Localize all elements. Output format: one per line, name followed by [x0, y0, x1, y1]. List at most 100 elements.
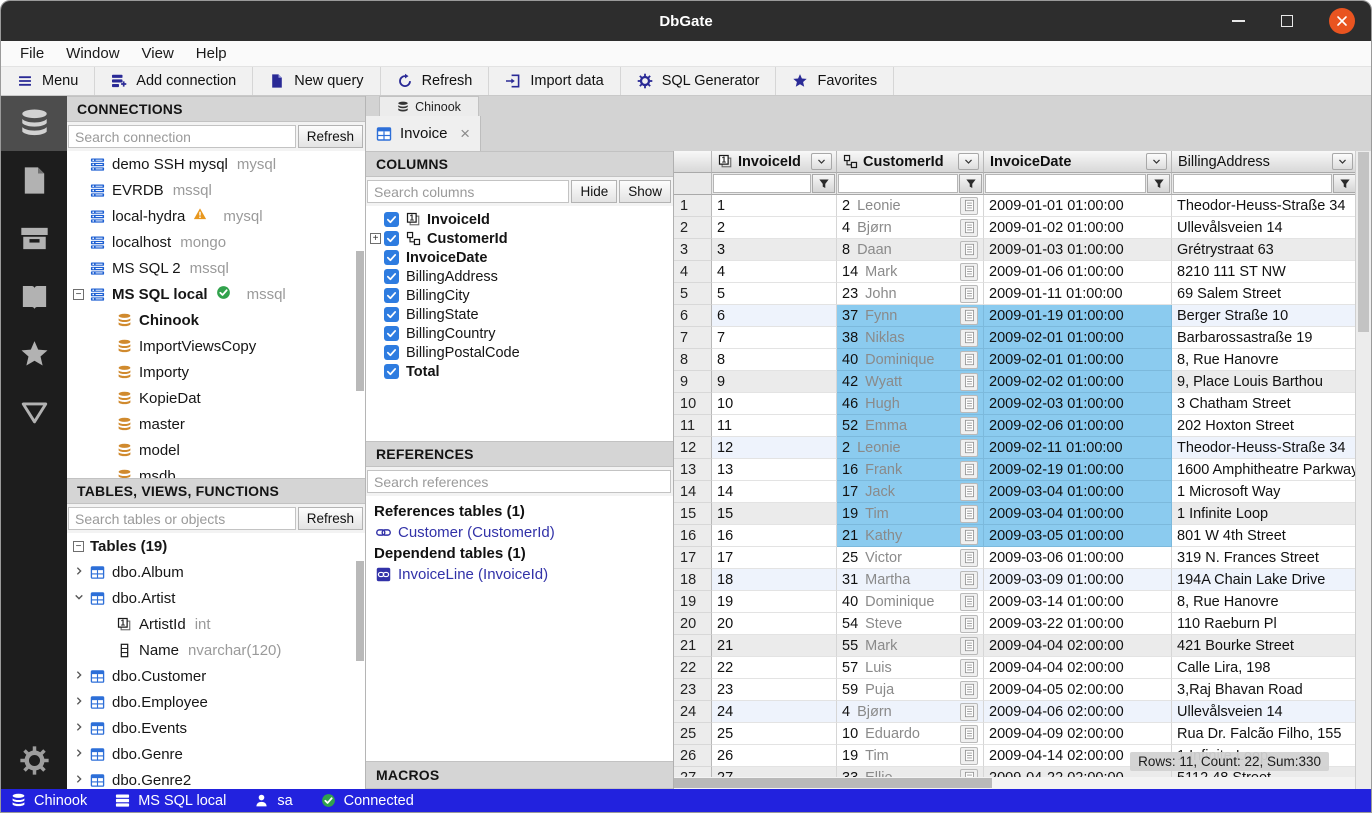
document-icon[interactable]: [960, 505, 978, 523]
cell-invoiceid[interactable]: 24: [712, 701, 837, 723]
cell-customerid[interactable]: 52Emma: [837, 415, 984, 437]
vertical-scrollbar-thumb[interactable]: [1358, 152, 1369, 332]
cell-customerid[interactable]: 19Tim: [837, 503, 984, 525]
cell-invoiceid[interactable]: 1: [712, 195, 837, 217]
activity-database[interactable]: [1, 96, 67, 151]
column-menu-button[interactable]: [958, 153, 979, 170]
tables-search-input[interactable]: [68, 507, 296, 530]
row-number-cell[interactable]: 8: [674, 349, 712, 371]
checkbox-checked[interactable]: [384, 364, 399, 379]
filter-input-invoiceDate[interactable]: [985, 174, 1146, 193]
cell-customerid[interactable]: 38Niklas: [837, 327, 984, 349]
filter-funnel-button[interactable]: [812, 174, 835, 193]
cell-invoiceid[interactable]: 15: [712, 503, 837, 525]
statusbar-connected[interactable]: Connected: [321, 793, 414, 809]
table-item[interactable]: dbo.Album: [67, 559, 365, 585]
horizontal-scrollbar-thumb[interactable]: [674, 778, 992, 788]
toolbar-favorites-button[interactable]: Favorites: [776, 67, 894, 95]
document-icon[interactable]: [960, 483, 978, 501]
row-number-cell[interactable]: 6: [674, 305, 712, 327]
cell-customerid[interactable]: 31Martha: [837, 569, 984, 591]
cell-invoicedate[interactable]: 2009-02-06 01:00:00: [984, 415, 1172, 437]
cell-invoicedate[interactable]: 2009-02-01 01:00:00: [984, 327, 1172, 349]
cell-invoicedate[interactable]: 2009-04-09 02:00:00: [984, 723, 1172, 745]
cell-invoicedate[interactable]: 2009-02-01 01:00:00: [984, 349, 1172, 371]
connection-item[interactable]: local-hydramysql: [67, 203, 365, 229]
column-checkbox-row[interactable]: 1InvoiceId: [366, 210, 673, 229]
document-icon[interactable]: [960, 659, 978, 677]
column-item[interactable]: 1ArtistIdint: [67, 611, 365, 637]
cell-invoiceid[interactable]: 17: [712, 547, 837, 569]
row-number-cell[interactable]: 21: [674, 635, 712, 657]
reference-link[interactable]: InvoiceLine (InvoiceId): [374, 564, 673, 585]
connection-item[interactable]: MS SQL 2mssql: [67, 255, 365, 281]
row-number-cell[interactable]: 23: [674, 679, 712, 701]
cell-billingaddress[interactable]: Barbarossastraße 19: [1172, 327, 1358, 349]
document-icon[interactable]: [960, 637, 978, 655]
row-number-cell[interactable]: 12: [674, 437, 712, 459]
row-number-cell[interactable]: 10: [674, 393, 712, 415]
cell-customerid[interactable]: 2Leonie: [837, 437, 984, 459]
cell-billingaddress[interactable]: 8, Rue Hanovre: [1172, 349, 1358, 371]
cell-customerid[interactable]: 21Kathy: [837, 525, 984, 547]
menu-view[interactable]: View: [133, 45, 183, 62]
row-number-cell[interactable]: 25: [674, 723, 712, 745]
cell-invoiceid[interactable]: 11: [712, 415, 837, 437]
tab-group-database[interactable]: Chinook: [379, 96, 479, 116]
document-icon[interactable]: [960, 263, 978, 281]
cell-invoicedate[interactable]: 2009-01-03 01:00:00: [984, 239, 1172, 261]
document-icon[interactable]: [960, 725, 978, 743]
checkbox-checked[interactable]: [384, 269, 399, 284]
checkbox-checked[interactable]: [384, 326, 399, 341]
cell-invoicedate[interactable]: 2009-01-02 01:00:00: [984, 217, 1172, 239]
checkbox-checked[interactable]: [384, 212, 399, 227]
connection-item[interactable]: localhostmongo: [67, 229, 365, 255]
close-button[interactable]: [1329, 8, 1355, 34]
cell-invoiceid[interactable]: 9: [712, 371, 837, 393]
cell-invoiceid[interactable]: 26: [712, 745, 837, 767]
cell-billingaddress[interactable]: 194A Chain Lake Drive: [1172, 569, 1358, 591]
cell-customerid[interactable]: 57Luis: [837, 657, 984, 679]
cell-invoiceid[interactable]: 6: [712, 305, 837, 327]
document-icon[interactable]: [960, 285, 978, 303]
cell-billingaddress[interactable]: 3,Raj Bhavan Road: [1172, 679, 1358, 701]
row-number-cell[interactable]: 14: [674, 481, 712, 503]
filter-funnel-button[interactable]: [1147, 174, 1170, 193]
row-number-cell[interactable]: 20: [674, 613, 712, 635]
connection-item[interactable]: demo SSH mysqlmysql: [67, 151, 365, 177]
database-item[interactable]: master: [67, 411, 365, 437]
cell-billingaddress[interactable]: Ullevålsveien 14: [1172, 217, 1358, 239]
connections-refresh-button[interactable]: Refresh: [298, 125, 363, 148]
document-icon[interactable]: [960, 527, 978, 545]
cell-invoicedate[interactable]: 2009-03-05 01:00:00: [984, 525, 1172, 547]
row-number-cell[interactable]: 18: [674, 569, 712, 591]
collapse-expander[interactable]: −: [73, 541, 84, 552]
cell-invoicedate[interactable]: 2009-01-19 01:00:00: [984, 305, 1172, 327]
table-item[interactable]: dbo.Genre2: [67, 767, 365, 789]
cell-billingaddress[interactable]: 319 N. Frances Street: [1172, 547, 1358, 569]
document-icon[interactable]: [960, 241, 978, 259]
checkbox-checked[interactable]: [384, 307, 399, 322]
cell-customerid[interactable]: 4Bjørn: [837, 217, 984, 239]
cell-invoicedate[interactable]: 2009-02-02 01:00:00: [984, 371, 1172, 393]
cell-invoicedate[interactable]: 2009-03-14 01:00:00: [984, 591, 1172, 613]
checkbox-checked[interactable]: [384, 288, 399, 303]
toolbar-import-data-button[interactable]: Import data: [489, 67, 620, 95]
cell-billingaddress[interactable]: 8, Rue Hanovre: [1172, 591, 1358, 613]
document-icon[interactable]: [960, 593, 978, 611]
column-menu-button[interactable]: [1146, 153, 1167, 170]
tab-close-icon[interactable]: ×: [460, 125, 470, 142]
menu-window[interactable]: Window: [57, 45, 128, 62]
columns-hide-button[interactable]: Hide: [571, 180, 617, 203]
table-item[interactable]: dbo.Genre: [67, 741, 365, 767]
vertical-scrollbar[interactable]: [1355, 151, 1371, 789]
column-menu-button[interactable]: [811, 153, 832, 170]
column-checkbox-row[interactable]: BillingAddress: [366, 267, 673, 286]
statusbar-user[interactable]: sa: [254, 793, 292, 809]
document-icon[interactable]: [960, 439, 978, 457]
cell-billingaddress[interactable]: Theodor-Heuss-Straße 34: [1172, 195, 1358, 217]
cell-customerid[interactable]: 14Mark: [837, 261, 984, 283]
table-item[interactable]: dbo.Customer: [67, 663, 365, 689]
cell-customerid[interactable]: 46Hugh: [837, 393, 984, 415]
columns-search-input[interactable]: [367, 180, 569, 203]
